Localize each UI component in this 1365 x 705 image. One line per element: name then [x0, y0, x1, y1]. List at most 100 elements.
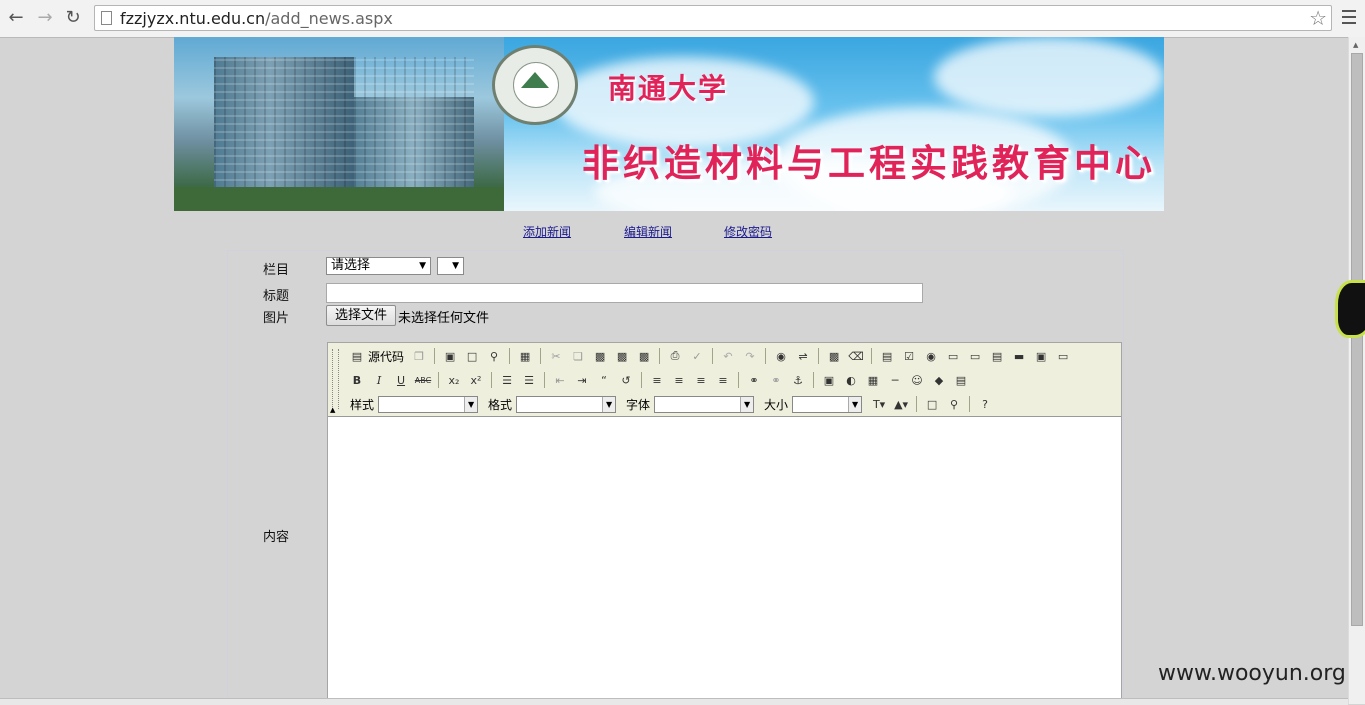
select-field-icon[interactable]: ▤ — [988, 347, 1006, 365]
dropdown-arrow-icon: ▼ — [602, 396, 616, 412]
image-button-icon[interactable]: ▣ — [1032, 347, 1050, 365]
address-bar[interactable]: fzzjyzx.ntu.edu.cn/add_news.aspx ☆ — [94, 5, 1332, 31]
editor-toolbar: ▲ ▤ 源代码 ❐ ▣ □ ⚲ ▦ ✂ ❏ ▩ ▩ ▩ ⎙ ✓ ↶ ↷ ◉ ⇌ — [328, 343, 1121, 417]
forward-icon[interactable]: → — [35, 8, 55, 28]
editor-content-area[interactable] — [328, 417, 1121, 703]
title-label: 标题 — [263, 289, 290, 304]
unlink-icon[interactable]: ⚭ — [767, 371, 785, 389]
anchor-icon[interactable]: ⚓ — [789, 371, 807, 389]
special-char-icon[interactable]: ◆ — [930, 371, 948, 389]
maximize-icon[interactable]: □ — [923, 395, 941, 413]
page-break-icon[interactable]: ▤ — [952, 371, 970, 389]
find-icon[interactable]: ◉ — [772, 347, 790, 365]
radio-icon[interactable]: ◉ — [922, 347, 940, 365]
align-left-icon[interactable]: ≡ — [648, 371, 666, 389]
blockquote-icon[interactable]: “ — [595, 371, 613, 389]
text-field-icon[interactable]: ▭ — [944, 347, 962, 365]
copy-icon[interactable]: ❏ — [569, 347, 587, 365]
column-label: 栏目 — [263, 263, 290, 278]
button-field-icon[interactable]: ▬ — [1010, 347, 1028, 365]
indent-icon[interactable]: ⇥ — [573, 371, 591, 389]
floating-widget[interactable] — [1338, 283, 1365, 335]
templates-icon[interactable]: ▦ — [516, 347, 534, 365]
file-status: 未选择任何文件 — [398, 311, 490, 326]
bold-icon[interactable]: B — [348, 371, 366, 389]
bulleted-list-icon[interactable]: ☰ — [520, 371, 538, 389]
superscript-icon[interactable]: x² — [467, 371, 485, 389]
collapse-toolbar-icon[interactable]: ▲ — [330, 406, 335, 414]
new-page-icon[interactable]: □ — [463, 347, 481, 365]
choose-file-button[interactable]: 选择文件 — [326, 305, 397, 326]
about-icon[interactable]: ? — [976, 395, 994, 413]
cut-icon[interactable]: ✂ — [547, 347, 565, 365]
italic-icon[interactable]: I — [370, 371, 388, 389]
url-text: fzzjyzx.ntu.edu.cn/add_news.aspx — [120, 9, 393, 28]
back-icon[interactable]: ← — [6, 8, 26, 28]
undo-icon[interactable]: ↶ — [719, 347, 737, 365]
checkbox-icon[interactable]: ☑ — [900, 347, 918, 365]
paste-word-icon[interactable]: ▩ — [635, 347, 653, 365]
reload-icon[interactable]: ↻ — [63, 8, 83, 28]
format-select[interactable]: ▼ — [516, 395, 617, 413]
style-select[interactable]: ▼ — [378, 395, 479, 413]
align-right-icon[interactable]: ≡ — [692, 371, 710, 389]
add-news-link[interactable]: 添加新闻 — [523, 223, 571, 240]
textarea-icon[interactable]: ▭ — [966, 347, 984, 365]
dropdown-arrow-icon: ▼ — [419, 261, 426, 271]
column-select[interactable]: 请选择 ▼ — [326, 257, 431, 275]
scrollbar-thumb[interactable] — [1351, 53, 1363, 626]
align-center-icon[interactable]: ≡ — [670, 371, 688, 389]
show-blocks-icon[interactable]: ⚲ — [945, 395, 963, 413]
outdent-icon[interactable]: ⇤ — [551, 371, 569, 389]
div-icon[interactable]: ↺ — [617, 371, 635, 389]
font-select[interactable]: ▼ — [654, 395, 755, 413]
select-all-icon[interactable]: ▩ — [825, 347, 843, 365]
source-button[interactable]: 源代码 — [368, 348, 404, 365]
image-icon[interactable]: ▣ — [820, 371, 838, 389]
flash-icon[interactable]: ◐ — [842, 371, 860, 389]
spellcheck-icon[interactable]: ✓ — [688, 347, 706, 365]
dropdown-arrow-icon: ▼ — [740, 396, 754, 412]
sub-column-select[interactable]: ▼ — [437, 257, 464, 275]
link-icon[interactable]: ⚭ — [745, 371, 763, 389]
dropdown-arrow-icon: ▼ — [848, 396, 862, 412]
university-name: 南通大学 — [608, 72, 729, 105]
justify-icon[interactable]: ≡ — [714, 371, 732, 389]
url-path: /add_news.aspx — [265, 9, 393, 28]
horizontal-rule-icon[interactable]: ─ — [886, 371, 904, 389]
print-icon[interactable]: ⎙ — [666, 347, 684, 365]
bg-color-icon[interactable]: ▲▾ — [892, 395, 910, 413]
preview-doc-icon[interactable]: ❐ — [410, 347, 428, 365]
edit-news-link[interactable]: 编辑新闻 — [624, 223, 672, 240]
table-icon[interactable]: ▦ — [864, 371, 882, 389]
replace-icon[interactable]: ⇌ — [794, 347, 812, 365]
vertical-scrollbar[interactable]: ▲ — [1348, 37, 1365, 704]
save-icon[interactable]: ▣ — [441, 347, 459, 365]
subscript-icon[interactable]: x₂ — [445, 371, 463, 389]
scroll-up-icon[interactable]: ▲ — [1353, 41, 1358, 49]
site-banner: 南通大学 非织造材料与工程实践教育中心 — [174, 37, 1164, 211]
form-icon[interactable]: ▤ — [878, 347, 896, 365]
bookmark-star-icon[interactable]: ☆ — [1309, 6, 1327, 30]
text-color-icon[interactable]: T▾ — [870, 395, 888, 413]
redo-icon[interactable]: ↷ — [741, 347, 759, 365]
style-label: 样式 — [350, 397, 375, 412]
preview-icon[interactable]: ⚲ — [485, 347, 503, 365]
paste-text-icon[interactable]: ▩ — [613, 347, 631, 365]
remove-format-icon[interactable]: ⌫ — [847, 347, 865, 365]
title-input[interactable] — [326, 283, 923, 303]
size-select[interactable]: ▼ — [792, 395, 863, 413]
toolbar-grip[interactable] — [332, 349, 339, 409]
dropdown-arrow-icon: ▼ — [464, 396, 478, 412]
strike-icon[interactable]: ABC — [414, 371, 432, 389]
change-password-link[interactable]: 修改密码 — [724, 223, 772, 240]
numbered-list-icon[interactable]: ☰ — [498, 371, 516, 389]
paste-icon[interactable]: ▩ — [591, 347, 609, 365]
hidden-field-icon[interactable]: ▭ — [1054, 347, 1072, 365]
menu-icon[interactable] — [1342, 10, 1356, 26]
smiley-icon[interactable]: ☺ — [908, 371, 926, 389]
source-icon[interactable]: ▤ — [348, 347, 366, 365]
underline-icon[interactable]: U — [392, 371, 410, 389]
university-seal-logo — [492, 45, 578, 125]
browser-toolbar: ← → ↻ fzzjyzx.ntu.edu.cn/add_news.aspx ☆ — [0, 0, 1365, 38]
